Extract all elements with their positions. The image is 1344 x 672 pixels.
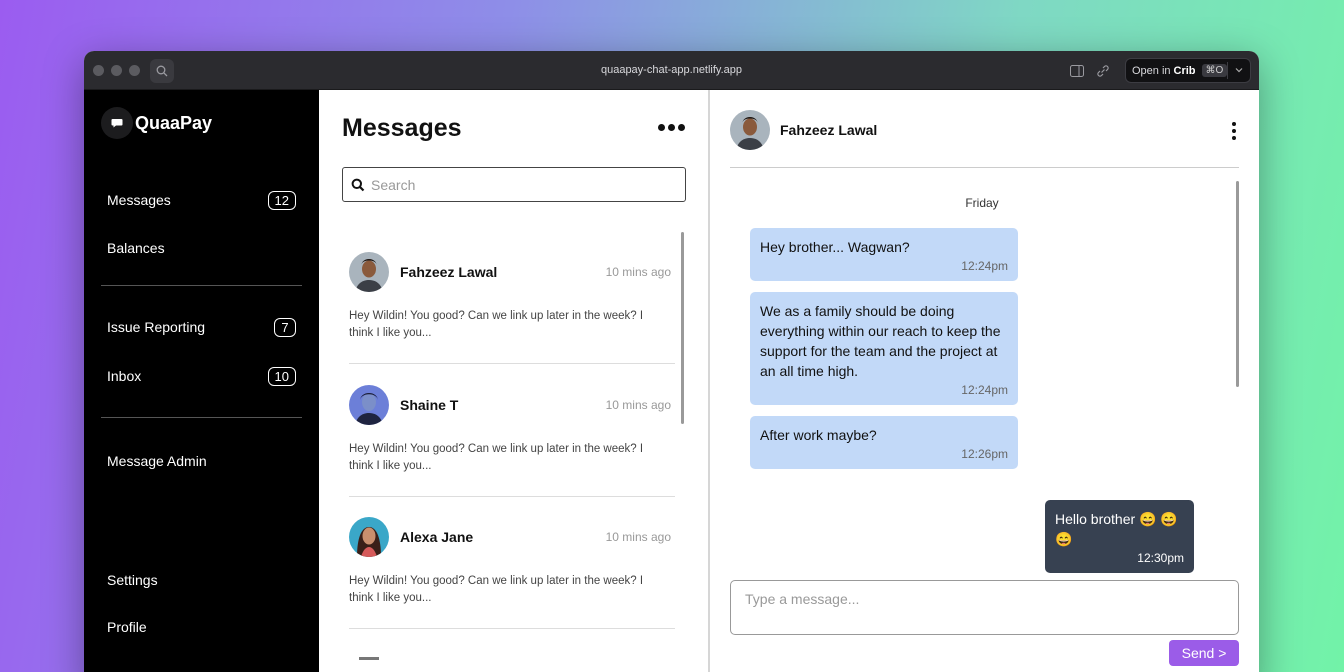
avatar [349,517,389,557]
incoming-message: After work maybe? 12:26pm [750,416,1018,469]
sidebar: QuaaPay Messages 12 Balances Issue Repor… [84,90,319,672]
sidebar-item-inbox[interactable]: Inbox 10 [107,365,296,387]
conversation-item[interactable]: Fahzeez Lawal 10 mins ago Hey Wildin! Yo… [349,252,675,342]
avatar [349,385,389,425]
sidebar-divider [101,417,302,418]
sidebar-item-label: Messages [107,192,171,208]
sidebar-item-settings[interactable]: Settings [107,569,296,591]
timestamp: 10 mins ago [605,530,671,544]
open-in-app-name: Crib [1173,64,1196,77]
message-time: 12:24pm [961,259,1008,273]
list-divider [349,363,675,364]
chat-bubble-icon [101,107,133,139]
chat-panel: Fahzeez Lawal Friday Hey brother... Wagw… [710,90,1259,672]
sidebar-item-label: Inbox [107,368,142,384]
scrollbar[interactable] [681,232,684,424]
message-time: 12:30pm [1137,551,1184,565]
sidebar-item-label: Profile [107,619,147,635]
scrollbar[interactable] [1236,181,1239,387]
more-options-icon[interactable] [658,124,685,131]
message-preview: Hey Wildin! You good? Can we link up lat… [349,575,644,604]
search-icon [351,178,365,191]
sidebar-item-messages[interactable]: Messages 12 [107,189,296,211]
conversation-item[interactable]: Shaine T 10 mins ago Hey Wildin! You goo… [349,385,675,475]
list-divider [349,496,675,497]
contact-name: Fahzeez Lawal [400,264,498,280]
sidebar-divider [101,285,302,286]
open-in-app-button[interactable]: Open in Crib ⌘O [1125,58,1251,83]
sidebar-item-issue-reporting[interactable]: Issue Reporting 7 [107,316,296,338]
contact-name: Fahzeez Lawal [780,122,878,138]
page-title: Messages [342,114,462,142]
chat-header: Fahzeez Lawal [730,110,877,150]
message-time: 12:24pm [961,383,1008,397]
chevron-down-icon[interactable] [1234,64,1244,76]
toolbar-icons [1069,63,1111,79]
avatar[interactable] [730,110,770,150]
sidebar-item-label: Message Admin [107,453,207,469]
count-badge: 12 [267,190,296,210]
brand[interactable]: QuaaPay [101,107,212,139]
conversation-item[interactable] [349,649,675,672]
send-button[interactable]: Send > [1169,640,1239,666]
sidebar-toggle-icon[interactable] [1069,63,1085,79]
incoming-message: Hey brother... Wagwan? 12:24pm [750,228,1018,281]
timestamp: 10 mins ago [605,398,671,412]
chat-app: QuaaPay Messages 12 Balances Issue Repor… [84,90,1259,672]
sidebar-item-message-admin[interactable]: Message Admin [107,450,296,472]
contact-name: Shaine T [400,397,459,413]
message-text: Hello brother 😄 😄 😄 [1055,511,1178,547]
message-preview: Hey Wildin! You good? Can we link up lat… [349,443,644,472]
outgoing-message: Hello brother 😄 😄 😄 12:30pm [1045,500,1194,573]
conversation-list-panel: Messages Fahzeez Lawal 10 mins ago Hey W… [319,90,710,672]
incoming-message: We as a family should be doing everythin… [750,292,1018,405]
sidebar-item-label: Balances [107,240,165,256]
header-divider [730,167,1239,168]
browser-window: quaapay-chat-app.netlify.app Open in Cri… [84,51,1259,672]
day-separator: Friday [965,196,999,210]
message-time: 12:26pm [961,447,1008,461]
search-field[interactable] [342,167,686,202]
avatar [349,252,389,292]
count-badge: 10 [267,366,296,386]
message-input[interactable] [730,580,1239,635]
message-preview: Hey Wildin! You good? Can we link up lat… [349,310,644,339]
search-input[interactable] [371,176,671,193]
message-text: Hey brother... Wagwan? [760,239,910,255]
contact-name: Alexa Jane [400,529,474,545]
sidebar-item-balances[interactable]: Balances [107,237,296,259]
sidebar-item-profile[interactable]: Profile [107,616,296,638]
conversation-item[interactable]: Alexa Jane 10 mins ago Hey Wildin! You g… [349,517,675,607]
browser-toolbar: quaapay-chat-app.netlify.app Open in Cri… [84,51,1259,90]
count-badge: 7 [274,317,296,337]
message-text: We as a family should be doing everythin… [760,303,1001,379]
list-divider [349,628,675,629]
brand-name: QuaaPay [135,112,213,133]
open-in-label: Open in [1132,64,1171,77]
link-icon[interactable] [1095,63,1111,79]
message-text: After work maybe? [760,427,877,443]
kebab-menu-icon[interactable] [1232,122,1236,140]
timestamp: 10 mins ago [605,265,671,279]
avatar [349,649,389,672]
sidebar-item-label: Issue Reporting [107,319,206,335]
sidebar-item-label: Settings [107,572,158,588]
shortcut-badge: ⌘O [1201,64,1228,77]
